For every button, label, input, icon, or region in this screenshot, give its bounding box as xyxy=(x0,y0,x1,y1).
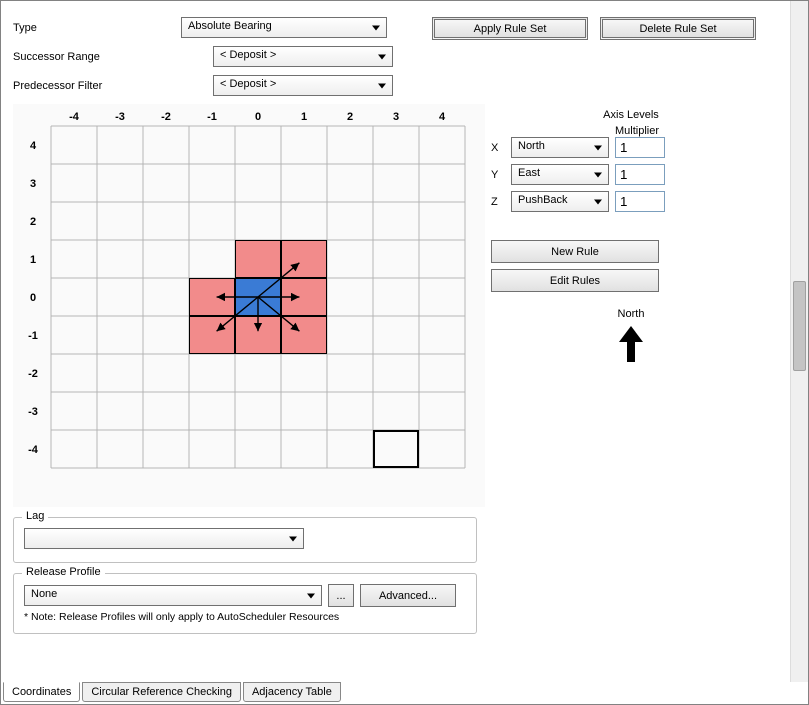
north-label: North xyxy=(491,308,771,320)
release-profile-group: Release Profile None ... Advanced... * N… xyxy=(13,573,477,634)
release-profile-browse-button[interactable]: ... xyxy=(328,584,354,607)
type-combo[interactable]: Absolute Bearing xyxy=(181,17,387,38)
svg-text:-1: -1 xyxy=(28,330,38,342)
axis-x-label: X xyxy=(491,142,505,154)
release-profile-label: Release Profile xyxy=(22,566,105,578)
axis-x-row: X North xyxy=(491,137,771,158)
vertical-scrollbar[interactable] xyxy=(790,1,808,682)
svg-text:-3: -3 xyxy=(28,406,38,418)
predecessor-filter-combo[interactable]: < Deposit > xyxy=(213,75,393,96)
svg-text:3: 3 xyxy=(393,111,399,123)
predecessor-filter-row: Predecessor Filter < Deposit > xyxy=(13,75,776,96)
north-arrow-icon xyxy=(611,320,651,368)
scrollbar-thumb[interactable] xyxy=(793,281,806,371)
multiplier-x-input[interactable] xyxy=(615,137,665,158)
svg-text:1: 1 xyxy=(301,111,307,123)
lag-combo[interactable] xyxy=(24,528,304,549)
tab-adjacency-table[interactable]: Adjacency Table xyxy=(243,682,341,702)
type-label: Type xyxy=(13,22,181,34)
svg-text:-3: -3 xyxy=(115,111,125,123)
svg-text:0: 0 xyxy=(255,111,261,123)
svg-text:-1: -1 xyxy=(207,111,217,123)
svg-text:2: 2 xyxy=(30,216,36,228)
svg-text:0: 0 xyxy=(30,292,36,304)
dialog-window: Apply Rule Set Delete Rule Set Type Abso… xyxy=(0,0,809,705)
multiplier-y-input[interactable] xyxy=(615,164,665,185)
apply-rule-set-button[interactable]: Apply Rule Set xyxy=(432,17,588,40)
north-indicator: North xyxy=(491,308,771,371)
predecessor-filter-label: Predecessor Filter xyxy=(13,80,181,92)
successor-range-row: Successor Range < Deposit > xyxy=(13,46,776,67)
axis-levels-panel: Axis Levels Multiplier X North Y East Z … xyxy=(491,109,771,371)
svg-text:1: 1 xyxy=(30,254,36,266)
axis-y-label: Y xyxy=(491,169,505,181)
coordinate-grid[interactable]: -4 -3 -2 -1 0 1 2 3 4 4 3 2 1 0 -1 -2 -3 -4 xyxy=(13,104,485,507)
successor-range-combo[interactable]: < Deposit > xyxy=(213,46,393,67)
grid-canvas[interactable]: -4 -3 -2 -1 0 1 2 3 4 4 3 2 1 0 -1 -2 -3 -4 xyxy=(17,108,481,500)
svg-text:-2: -2 xyxy=(28,368,38,380)
axis-levels-title: Axis Levels xyxy=(491,109,771,121)
tab-circular-reference[interactable]: Circular Reference Checking xyxy=(82,682,241,702)
release-profile-note: * Note: Release Profiles will only apply… xyxy=(24,611,466,623)
content-area: Apply Rule Set Delete Rule Set Type Abso… xyxy=(1,1,788,679)
release-profile-combo[interactable]: None xyxy=(24,585,322,606)
svg-text:-2: -2 xyxy=(161,111,171,123)
svg-text:-4: -4 xyxy=(28,444,39,456)
top-button-bar: Apply Rule Set Delete Rule Set xyxy=(432,17,756,40)
axis-z-row: Z PushBack xyxy=(491,191,771,212)
new-rule-button[interactable]: New Rule xyxy=(491,240,659,263)
svg-text:-4: -4 xyxy=(69,111,80,123)
advanced-button[interactable]: Advanced... xyxy=(360,584,456,607)
multiplier-header: Multiplier xyxy=(615,125,659,137)
svg-text:4: 4 xyxy=(439,111,446,123)
lag-label: Lag xyxy=(22,510,48,522)
axis-y-combo[interactable]: East xyxy=(511,164,609,185)
axis-y-row: Y East xyxy=(491,164,771,185)
edit-rules-button[interactable]: Edit Rules xyxy=(491,269,659,292)
bottom-tabs: Coordinates Circular Reference Checking … xyxy=(3,682,341,702)
successor-range-label: Successor Range xyxy=(13,51,181,63)
axis-z-combo[interactable]: PushBack xyxy=(511,191,609,212)
svg-text:3: 3 xyxy=(30,178,36,190)
multiplier-z-input[interactable] xyxy=(615,191,665,212)
axis-z-label: Z xyxy=(491,196,505,208)
tab-coordinates[interactable]: Coordinates xyxy=(3,682,80,702)
svg-text:2: 2 xyxy=(347,111,353,123)
axis-x-combo[interactable]: North xyxy=(511,137,609,158)
delete-rule-set-button[interactable]: Delete Rule Set xyxy=(600,17,756,40)
lag-group: Lag xyxy=(13,517,477,563)
svg-text:4: 4 xyxy=(30,140,37,152)
